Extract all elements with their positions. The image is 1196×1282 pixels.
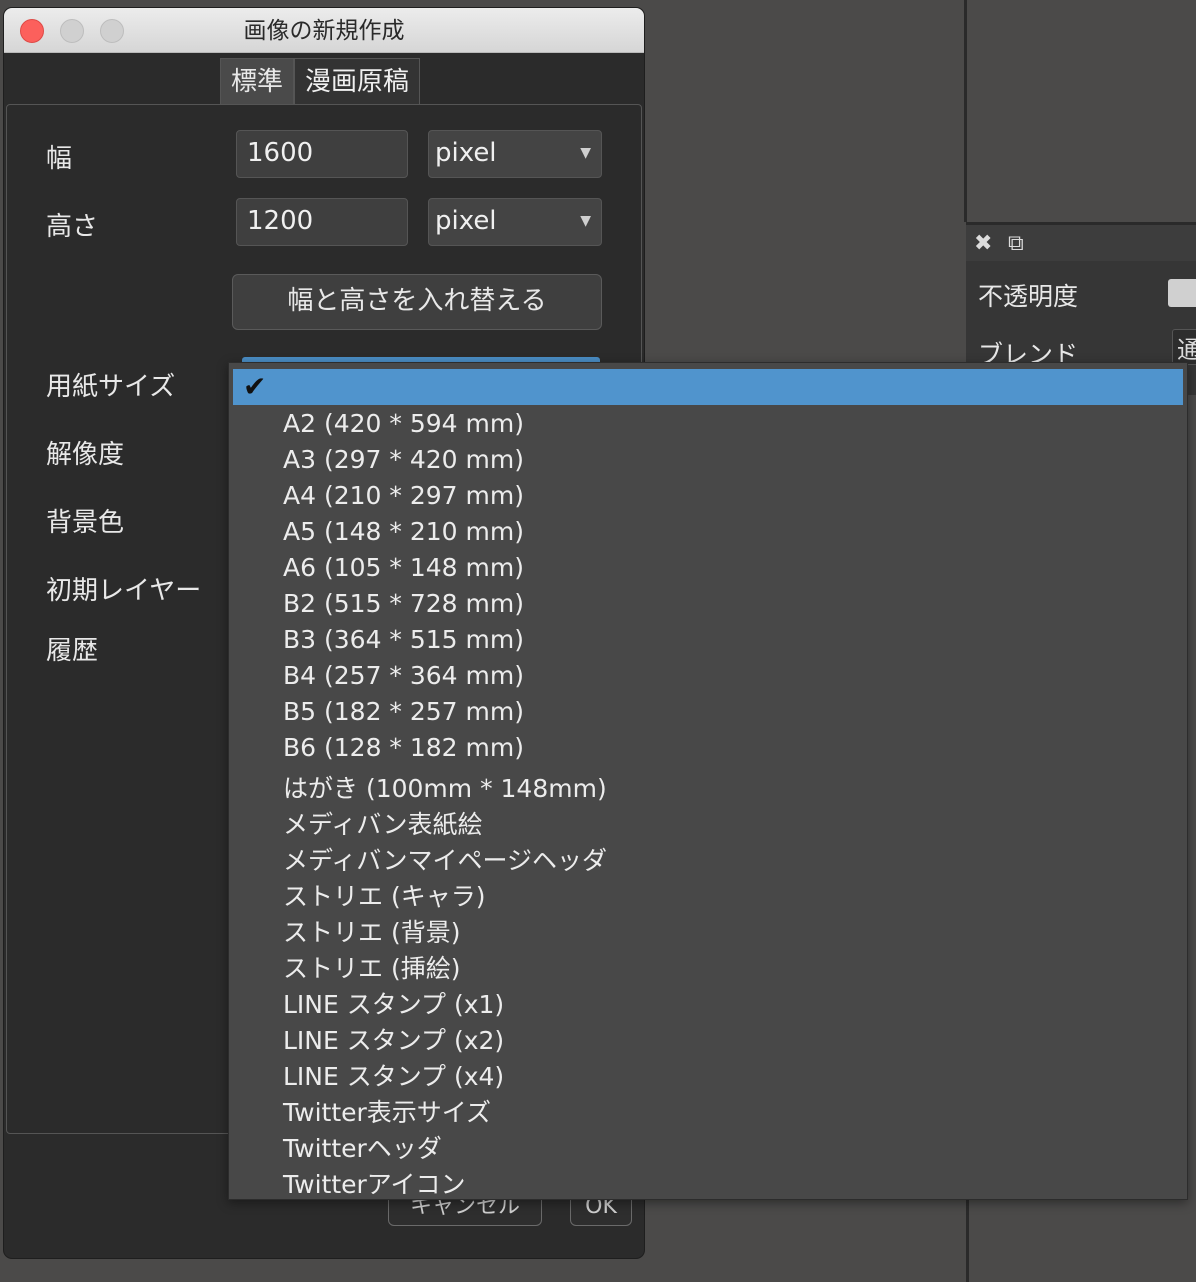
dropdown-option[interactable]: Twitterヘッダ [283, 1129, 442, 1165]
dropdown-option[interactable]: A4 (210 * 297 mm) [283, 481, 524, 510]
dropdown-option[interactable]: Twitter表示サイズ [283, 1093, 491, 1129]
chevron-down-icon: ▼ [580, 213, 591, 229]
dropdown-option[interactable]: A5 (148 * 210 mm) [283, 517, 524, 546]
blend-select[interactable]: 通 [1172, 329, 1196, 365]
dropdown-option[interactable]: メディバンマイページヘッダ [283, 841, 607, 877]
dropdown-option[interactable]: B2 (515 * 728 mm) [283, 589, 524, 618]
dropdown-option[interactable]: LINE スタンプ (x2) [283, 1021, 504, 1057]
height-label: 高さ [46, 212, 99, 242]
dropdown-option[interactable]: ストリエ (キャラ) [283, 877, 485, 913]
dropdown-option[interactable]: B3 (364 * 515 mm) [283, 625, 524, 654]
paper-size-dropdown: ✔ A2 (420 * 594 mm) A3 (297 * 420 mm) A4 (… [228, 362, 1188, 1200]
width-label: 幅 [46, 144, 73, 174]
chevron-down-icon: ▼ [580, 145, 591, 161]
dropdown-option[interactable]: B4 (257 * 364 mm) [283, 661, 524, 690]
swap-dimensions-button[interactable]: 幅と高さを入れ替える [232, 274, 602, 330]
window-title: 画像の新規作成 [243, 18, 405, 44]
width-unit-select[interactable]: pixel ▼ [428, 130, 602, 178]
dropdown-selected-row[interactable]: ✔ [233, 369, 1183, 405]
height-unit-value: pixel [435, 206, 497, 236]
paper-size-label: 用紙サイズ [46, 372, 176, 402]
height-input[interactable]: 1200 [236, 198, 408, 246]
tab-manga[interactable]: 漫画原稿 [294, 58, 420, 104]
dropdown-option[interactable]: ストリエ (挿絵) [283, 949, 460, 985]
dropdown-option[interactable]: メディバン表紙絵 [283, 805, 483, 841]
width-unit-value: pixel [435, 138, 497, 168]
dropdown-option[interactable]: A2 (420 * 594 mm) [283, 409, 524, 438]
layer-panel-header: ✖ ⧉ [966, 225, 1196, 261]
dropdown-option[interactable]: B6 (128 * 182 mm) [283, 733, 524, 762]
dropdown-option[interactable]: A6 (105 * 148 mm) [283, 553, 524, 582]
checkmark-icon: ✔ [243, 370, 267, 403]
dropdown-option[interactable]: A3 (297 * 420 mm) [283, 445, 524, 474]
dropdown-option[interactable]: Twitterアイコン [283, 1165, 466, 1201]
height-unit-select[interactable]: pixel ▼ [428, 198, 602, 246]
initial-layer-label: 初期レイヤー [46, 576, 202, 606]
dropdown-option[interactable]: LINE スタンプ (x4) [283, 1057, 504, 1093]
close-icon[interactable]: ✖ [974, 231, 992, 256]
width-input[interactable]: 1600 [236, 130, 408, 178]
popout-icon[interactable]: ⧉ [1008, 231, 1024, 256]
title-bar: 画像の新規作成 [4, 8, 644, 53]
resolution-label: 解像度 [46, 440, 125, 470]
canvas-divider [964, 0, 967, 222]
dropdown-option[interactable]: ストリエ (背景) [283, 913, 460, 949]
dropdown-option[interactable]: B5 (182 * 257 mm) [283, 697, 524, 726]
dropdown-option[interactable]: はがき (100mm * 148mm) [283, 769, 607, 805]
canvas-divider-bottom [966, 1200, 969, 1282]
history-label: 履歴 [46, 636, 99, 666]
background-color-label: 背景色 [46, 508, 125, 538]
dropdown-option[interactable]: LINE スタンプ (x1) [283, 985, 504, 1021]
tab-standard[interactable]: 標準 [220, 58, 294, 104]
opacity-label: 不透明度 [978, 282, 1079, 311]
opacity-slider[interactable] [1168, 279, 1196, 307]
